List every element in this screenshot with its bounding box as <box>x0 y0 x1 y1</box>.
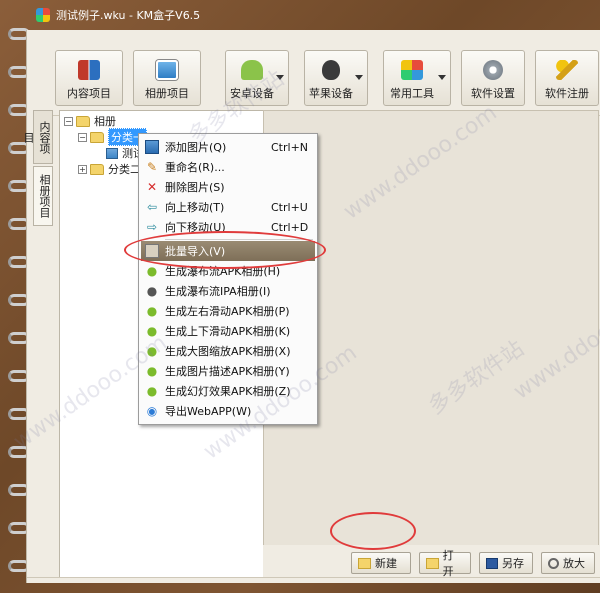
tab-album-project[interactable]: 相册项目 <box>33 166 53 226</box>
menu-label: 生成上下滑动APK相册(K) <box>165 325 291 338</box>
bottom-toolbar: 新建 打开 另存 放大 <box>263 545 599 579</box>
side-tabs: 内容项目 相册项目 <box>22 110 55 228</box>
window-title: 测试例子.wku - KM盒子V6.5 <box>56 9 201 22</box>
menu-item-slide-ud-apk[interactable]: ● 生成上下滑动APK相册(K) <box>141 321 315 341</box>
tree-node-root[interactable]: − 相册 <box>64 113 116 129</box>
save-as-button[interactable]: 另存 <box>479 552 533 574</box>
toolbar: 内容项目 相册项目 安卓设备 苹果设备 常用工具 软件设置 软件注册 <box>41 40 600 116</box>
menu-shortcut: Ctrl+U <box>271 200 308 214</box>
button-label: 常用工具 <box>390 87 434 100</box>
book-icon <box>78 60 100 80</box>
menu-item-description-apk[interactable]: ● 生成图片描述APK相册(Y) <box>141 361 315 381</box>
menu-label: 重命名(R)... <box>165 161 225 174</box>
menu-label: 生成大图缩放APK相册(X) <box>165 345 291 358</box>
tree-node-category2[interactable]: + 分类二 <box>78 161 141 177</box>
title-bar: 测试例子.wku - KM盒子V6.5 <box>0 0 600 30</box>
apple-icon: ● <box>146 284 158 298</box>
tree-node-category1[interactable]: − 分类一 <box>78 128 147 146</box>
menu-label: 删除图片(S) <box>165 181 225 194</box>
folder-icon <box>76 115 90 127</box>
menu-shortcut: Ctrl+D <box>271 220 309 234</box>
key-icon <box>556 60 578 80</box>
folder-open-icon <box>426 557 439 569</box>
divider <box>27 577 600 578</box>
button-label: 软件设置 <box>471 87 515 100</box>
album-icon <box>156 60 178 80</box>
picture-icon <box>106 147 118 159</box>
android-icon: ● <box>146 264 158 278</box>
menu-item-delete[interactable]: ✕ 删除图片(S) <box>141 177 315 197</box>
menu-label: 生成图片描述APK相册(Y) <box>165 365 290 378</box>
android-icon: ● <box>146 384 158 398</box>
menu-label: 生成瀑布流IPA相册(I) <box>165 285 271 298</box>
gear-icon <box>483 60 503 80</box>
android-icon: ● <box>146 304 158 318</box>
tree-label: 相册 <box>94 115 116 128</box>
zoom-icon <box>548 557 559 569</box>
folder-icon <box>90 163 104 175</box>
button-label: 新建 <box>375 557 397 570</box>
delete-icon: ✕ <box>146 180 158 194</box>
content-project-button[interactable]: 内容项目 <box>55 50 123 106</box>
save-icon <box>486 557 498 569</box>
picture-icon <box>145 140 159 154</box>
tree-label: 分类二 <box>108 163 141 176</box>
common-tools-button[interactable]: 常用工具 <box>383 50 451 106</box>
button-label: 打开 <box>442 549 454 578</box>
menu-item-move-up[interactable]: ⇦ 向上移动(T) Ctrl+U <box>141 197 315 217</box>
folder-icon <box>90 131 104 143</box>
expand-icon[interactable]: + <box>78 164 87 174</box>
apple-icon <box>322 60 340 80</box>
open-button[interactable]: 打开 <box>419 549 471 578</box>
collapse-icon[interactable]: − <box>78 132 87 142</box>
album-project-button[interactable]: 相册项目 <box>133 50 201 106</box>
collapse-icon[interactable]: − <box>64 116 73 126</box>
menu-label: 添加图片(Q) <box>165 141 227 154</box>
button-label: 软件注册 <box>545 87 589 100</box>
button-label: 苹果设备 <box>309 87 353 100</box>
app-logo-icon <box>36 8 50 22</box>
software-register-button[interactable]: 软件注册 <box>535 50 599 106</box>
software-settings-button[interactable]: 软件设置 <box>461 50 525 106</box>
annotation-ellipse-batch-import <box>124 231 326 269</box>
menu-item-slide-lr-apk[interactable]: ● 生成左右滑动APK相册(P) <box>141 301 315 321</box>
arrow-left-icon: ⇦ <box>146 200 158 214</box>
menu-item-waterfall-ipa[interactable]: ● 生成瀑布流IPA相册(I) <box>141 281 315 301</box>
button-label: 放大 <box>563 557 585 570</box>
new-button[interactable]: 新建 <box>351 552 411 574</box>
apple-device-button[interactable]: 苹果设备 <box>304 50 368 106</box>
menu-label: 生成左右滑动APK相册(P) <box>165 305 290 318</box>
tools-icon <box>401 60 423 80</box>
rename-icon: ✎ <box>146 160 158 174</box>
button-label: 相册项目 <box>145 87 189 100</box>
button-label: 内容项目 <box>67 87 111 100</box>
menu-item-rename[interactable]: ✎ 重命名(R)... <box>141 157 315 177</box>
menu-item-add-picture[interactable]: 添加图片(Q) Ctrl+N <box>141 137 315 157</box>
dropdown-arrow-icon[interactable] <box>438 75 446 80</box>
dropdown-arrow-icon[interactable] <box>355 75 363 80</box>
annotation-ellipse-new-button <box>330 512 416 550</box>
globe-icon: ◉ <box>146 404 158 418</box>
arrow-right-icon: ⇨ <box>146 220 158 234</box>
zoom-button[interactable]: 放大 <box>541 552 595 574</box>
folder-icon <box>358 557 371 569</box>
menu-shortcut: Ctrl+N <box>271 140 309 154</box>
menu-label: 向上移动(T) <box>165 201 225 214</box>
tab-content-project[interactable]: 内容项目 <box>22 110 53 164</box>
button-label: 另存 <box>502 557 524 570</box>
